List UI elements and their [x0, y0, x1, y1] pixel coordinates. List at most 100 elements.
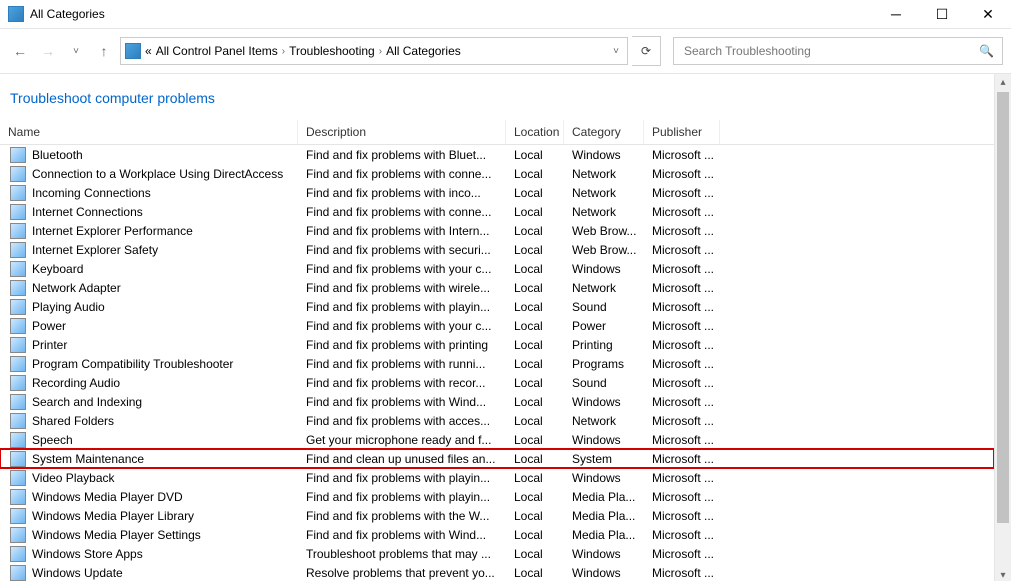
close-button[interactable]: ✕	[965, 0, 1011, 28]
table-row[interactable]: Network AdapterFind and fix problems wit…	[0, 278, 994, 297]
row-category: Windows	[564, 395, 644, 409]
column-header-publisher[interactable]: Publisher	[644, 120, 720, 144]
row-name: Windows Media Player Settings	[32, 528, 201, 542]
row-name: Speech	[32, 433, 73, 447]
row-description: Find and fix problems with playin...	[298, 471, 506, 485]
row-category: Windows	[564, 547, 644, 561]
row-location: Local	[506, 205, 564, 219]
row-location: Local	[506, 471, 564, 485]
row-name: Keyboard	[32, 262, 83, 276]
scroll-down-button[interactable]: ▾	[995, 567, 1011, 581]
up-button[interactable]: ↑	[92, 39, 116, 63]
table-row[interactable]: Windows Media Player DVDFind and fix pro…	[0, 487, 994, 506]
search-icon[interactable]: 🔍	[979, 44, 994, 58]
app-icon	[8, 6, 24, 22]
table-row[interactable]: Video PlaybackFind and fix problems with…	[0, 468, 994, 487]
row-publisher: Microsoft ...	[644, 528, 720, 542]
row-description: Find and fix problems with recor...	[298, 376, 506, 390]
row-name: Search and Indexing	[32, 395, 142, 409]
row-name: Windows Media Player Library	[32, 509, 194, 523]
back-button[interactable]: ←	[8, 39, 32, 63]
row-publisher: Microsoft ...	[644, 376, 720, 390]
address-history-dropdown[interactable]: ˅	[609, 46, 623, 57]
forward-button[interactable]: →	[36, 39, 60, 63]
table-row[interactable]: Windows Update Resolve problems that prev…	[0, 563, 994, 581]
row-category: Media Pla...	[564, 490, 644, 504]
scroll-up-button[interactable]: ▴	[995, 74, 1011, 90]
row-name: Power	[32, 319, 66, 333]
troubleshooter-icon	[10, 223, 26, 239]
row-description: Find and fix problems with securi...	[298, 243, 506, 257]
row-location: Local	[506, 509, 564, 523]
column-header-category[interactable]: Category	[564, 120, 644, 144]
troubleshooter-icon	[10, 394, 26, 410]
row-publisher: Microsoft ...	[644, 148, 720, 162]
column-header-description[interactable]: Description	[298, 120, 506, 144]
recent-locations-dropdown[interactable]: ˅	[64, 39, 88, 63]
table-row[interactable]: Windows Media Player SettingsFind and fi…	[0, 525, 994, 544]
breadcrumb-item[interactable]: All Control Panel Items›	[156, 44, 285, 58]
row-name: Shared Folders	[32, 414, 114, 428]
row-publisher: Microsoft ...	[644, 414, 720, 428]
table-row[interactable]: Connection to a Workplace Using DirectAc…	[0, 164, 994, 183]
table-row[interactable]: Internet Explorer PerformanceFind and fi…	[0, 221, 994, 240]
row-description: Find and fix problems with playin...	[298, 300, 506, 314]
search-input[interactable]	[682, 43, 973, 59]
table-row[interactable]: Recording AudioFind and fix problems wit…	[0, 373, 994, 392]
troubleshooter-icon	[10, 489, 26, 505]
row-name: System Maintenance	[32, 452, 144, 466]
table-row[interactable]: Internet ConnectionsFind and fix problem…	[0, 202, 994, 221]
table-row[interactable]: Windows Media Player Library Find and fix…	[0, 506, 994, 525]
row-category: Windows	[564, 262, 644, 276]
row-category: Windows	[564, 148, 644, 162]
minimize-button[interactable]: ─	[873, 0, 919, 28]
table-row[interactable]: KeyboardFind and fix problems with your …	[0, 259, 994, 278]
row-location: Local	[506, 281, 564, 295]
table-row[interactable]: Incoming ConnectionsFind and fix problem…	[0, 183, 994, 202]
refresh-button[interactable]: ⟳	[632, 36, 661, 66]
row-location: Local	[506, 186, 564, 200]
row-name: Connection to a Workplace Using DirectAc…	[32, 167, 283, 181]
row-description: Find and fix problems with the W...	[298, 509, 506, 523]
row-name: Program Compatibility Troubleshooter	[32, 357, 233, 371]
table-row[interactable]: PrinterFind and fix problems with printi…	[0, 335, 994, 354]
table-row[interactable]: System MaintenanceFind and clean up unus…	[0, 449, 994, 468]
table-row[interactable]: BluetoothFind and fix problems with Blue…	[0, 145, 994, 164]
table-row[interactable]: Windows Store AppsTroubleshoot problems …	[0, 544, 994, 563]
troubleshooter-icon	[10, 318, 26, 334]
scroll-thumb[interactable]	[997, 92, 1009, 523]
maximize-button[interactable]: ☐	[919, 0, 965, 28]
row-category: Windows	[564, 471, 644, 485]
table-row[interactable]: Shared FoldersFind and fix problems with…	[0, 411, 994, 430]
troubleshooter-icon	[10, 356, 26, 372]
breadcrumb-item[interactable]: All Categories	[386, 44, 461, 58]
chevron-right-icon: ›	[379, 46, 382, 57]
search-box[interactable]: 🔍	[673, 37, 1003, 65]
table-row[interactable]: Internet Explorer SafetyFind and fix pro…	[0, 240, 994, 259]
row-location: Local	[506, 167, 564, 181]
row-name: Windows Update	[32, 566, 123, 580]
breadcrumb-item[interactable]: Troubleshooting›	[289, 44, 382, 58]
table-row[interactable]: Program Compatibility TroubleshooterFind…	[0, 354, 994, 373]
address-bar[interactable]: « All Control Panel Items› Troubleshooti…	[120, 37, 628, 65]
table-row[interactable]: Power Find and fix problems with your c..…	[0, 316, 994, 335]
row-publisher: Microsoft ...	[644, 205, 720, 219]
row-description: Resolve problems that prevent yo...	[298, 566, 506, 580]
row-publisher: Microsoft ...	[644, 471, 720, 485]
troubleshooter-icon	[10, 375, 26, 391]
row-location: Local	[506, 433, 564, 447]
row-description: Find and fix problems with Wind...	[298, 395, 506, 409]
row-category: Media Pla...	[564, 528, 644, 542]
vertical-scrollbar[interactable]: ▴ ▾	[994, 74, 1011, 581]
row-description: Find and fix problems with your c...	[298, 319, 506, 333]
table-row[interactable]: Search and Indexing Find and fix problems…	[0, 392, 994, 411]
column-header-name[interactable]: Name	[0, 120, 298, 144]
table-row[interactable]: SpeechGet your microphone ready and f...…	[0, 430, 994, 449]
navigation-bar: ← → ˅ ↑ « All Control Panel Items› Troub…	[0, 29, 1011, 74]
troubleshooter-icon	[10, 432, 26, 448]
table-row[interactable]: Playing AudioFind and fix problems with …	[0, 297, 994, 316]
breadcrumb-root[interactable]: «	[145, 44, 152, 58]
troubleshooter-icon	[10, 546, 26, 562]
row-category: System	[564, 452, 644, 466]
column-header-location[interactable]: Location	[506, 120, 564, 144]
